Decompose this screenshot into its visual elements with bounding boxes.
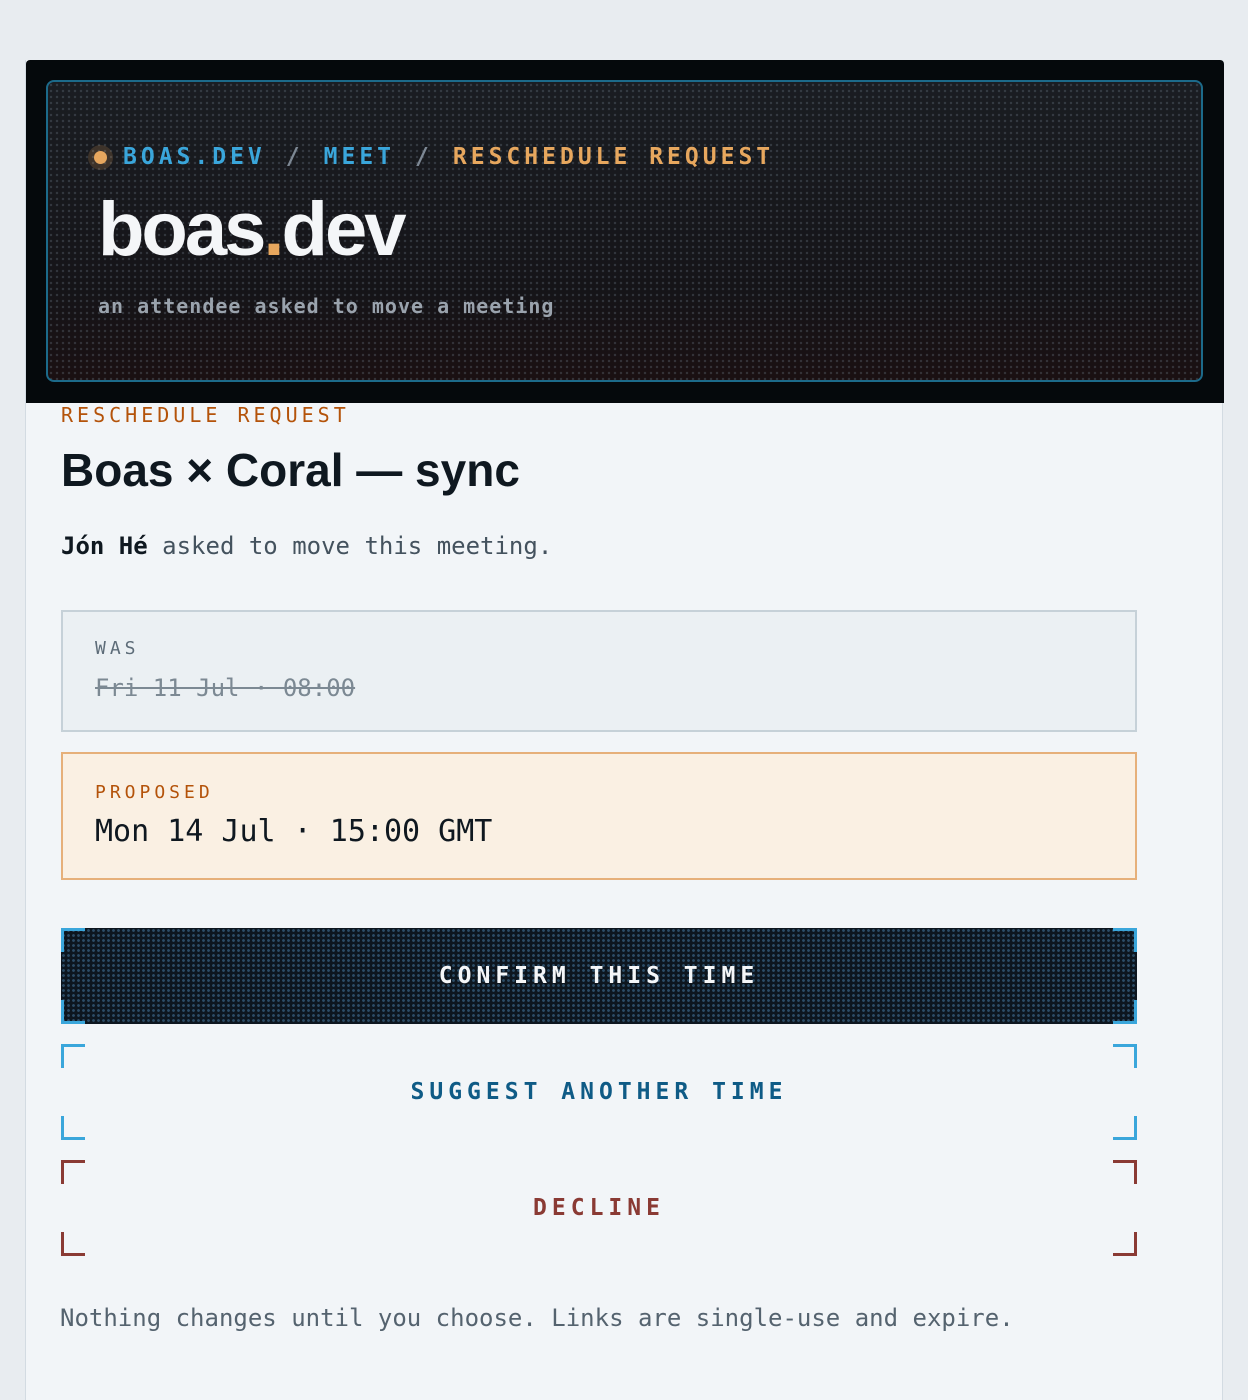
previous-time-box: WAS Fri 11 Jul · 08:00 xyxy=(61,610,1137,732)
confirm-time-button[interactable]: CONFIRM THIS TIME xyxy=(61,928,1137,1024)
suggest-time-button[interactable]: SUGGEST ANOTHER TIME xyxy=(61,1044,1137,1140)
corner-bracket-icon xyxy=(61,928,85,952)
request-kicker: RESCHEDULE REQUEST xyxy=(61,403,350,427)
corner-bracket-icon xyxy=(61,1160,85,1184)
corner-bracket-icon xyxy=(61,1000,85,1024)
corner-bracket-icon xyxy=(1113,1116,1137,1140)
requester-text: asked to move this meeting. xyxy=(147,532,553,560)
corner-bracket-icon xyxy=(1113,1044,1137,1068)
meeting-title: Boas × Coral — sync xyxy=(61,444,520,496)
requester-name: Jón Hé xyxy=(61,532,148,560)
corner-bracket-icon xyxy=(61,1044,85,1068)
breadcrumb-current: RESCHEDULE REQUEST xyxy=(452,144,775,170)
requester-line: Jón Hé asked to move this meeting. xyxy=(61,532,552,560)
proposed-time-label: PROPOSED xyxy=(95,782,214,803)
previous-time-value: Fri 11 Jul · 08:00 xyxy=(95,674,356,702)
breadcrumb: BOAS.DEV / MEET / RESCHEDULE REQUEST xyxy=(92,144,774,170)
corner-bracket-icon xyxy=(1113,1000,1137,1024)
previous-time-label: WAS xyxy=(95,638,140,659)
status-dot-icon xyxy=(94,150,107,164)
corner-bracket-icon xyxy=(1113,1160,1137,1184)
suggest-button-label: SUGGEST ANOTHER TIME xyxy=(410,1079,788,1105)
breadcrumb-site: BOAS.DEV xyxy=(123,144,266,170)
decline-button-label: DECLINE xyxy=(533,1195,665,1221)
breadcrumb-separator: / xyxy=(285,144,304,170)
decline-button[interactable]: DECLINE xyxy=(61,1160,1137,1256)
breadcrumb-section: MEET xyxy=(323,144,396,170)
header-banner: BOAS.DEV / MEET / RESCHEDULE REQUEST boa… xyxy=(26,60,1224,403)
corner-bracket-icon xyxy=(1113,928,1137,952)
proposed-time-value: Mon 14 Jul · 15:00 GMT xyxy=(95,814,493,849)
proposed-time-box: PROPOSED Mon 14 Jul · 15:00 GMT xyxy=(61,752,1137,880)
confirm-button-label: CONFIRM THIS TIME xyxy=(438,963,760,989)
logo: boas.dev xyxy=(98,187,406,272)
corner-bracket-icon xyxy=(61,1116,85,1140)
corner-bracket-icon xyxy=(1113,1232,1137,1256)
footnote: Nothing changes until you choose. Links … xyxy=(60,1304,1014,1332)
corner-bracket-icon xyxy=(61,1232,85,1256)
breadcrumb-separator: / xyxy=(415,144,433,170)
tagline: an attendee asked to move a meeting xyxy=(98,294,555,318)
header-frame: BOAS.DEV / MEET / RESCHEDULE REQUEST boa… xyxy=(46,80,1203,382)
